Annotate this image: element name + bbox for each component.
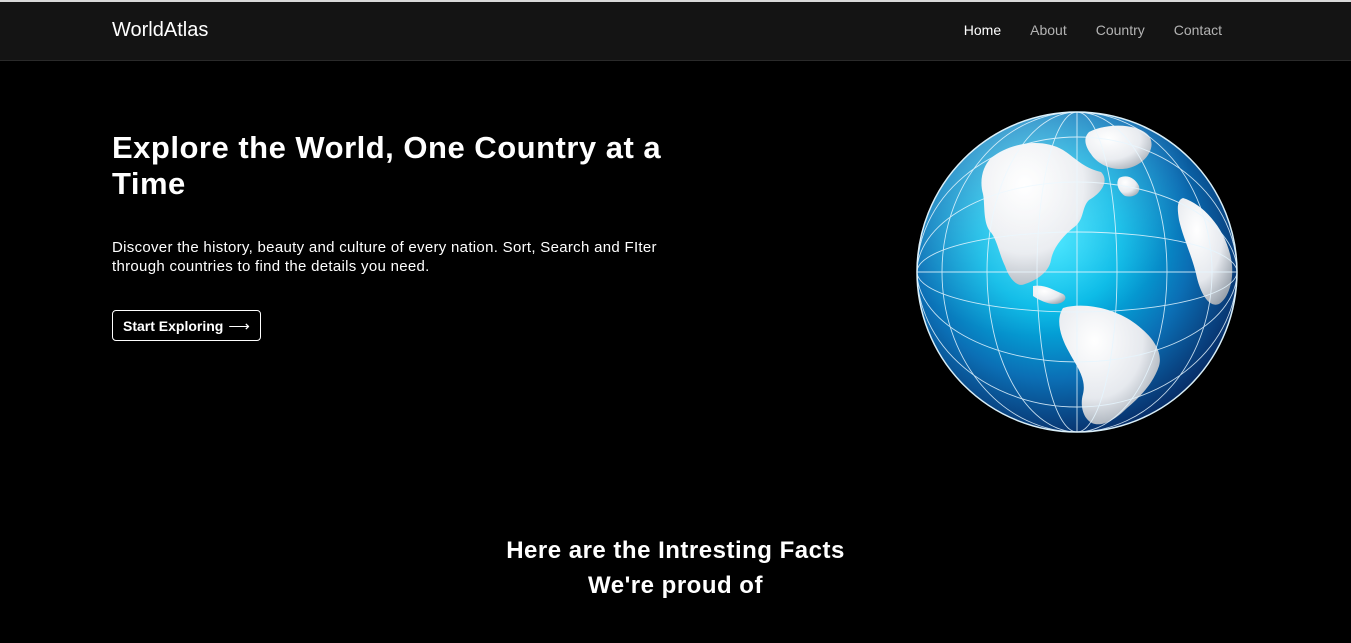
- arrow-right-icon: ⟶: [228, 317, 250, 335]
- nav-contact-link[interactable]: Contact: [1174, 22, 1222, 38]
- site-logo[interactable]: WorldAtlas: [112, 19, 208, 42]
- hero-title: Explore the World, One Country at a Time: [112, 130, 662, 201]
- page: WorldAtlas Home About Country Contact Ex…: [0, 0, 1351, 643]
- main-nav: Home About Country Contact: [935, 22, 1222, 38]
- hero-description: Discover the history, beauty and culture…: [112, 239, 657, 275]
- facts-heading-line2: We're proud of: [588, 572, 763, 599]
- facts-heading-line1: Here are the Intresting Facts: [506, 537, 845, 564]
- nav-home-link[interactable]: Home: [964, 22, 1001, 38]
- nav-country-link[interactable]: Country: [1096, 22, 1145, 38]
- top-navbar: WorldAtlas Home About Country Contact: [0, 0, 1351, 61]
- start-exploring-label: Start Exploring: [123, 317, 224, 334]
- start-exploring-button[interactable]: Start Exploring ⟶: [112, 310, 261, 341]
- facts-heading: Here are the Intresting Facts We're prou…: [0, 533, 1351, 603]
- globe-illustration: [916, 111, 1238, 433]
- nav-about-link[interactable]: About: [1030, 22, 1067, 38]
- globe-image: [913, 108, 1241, 436]
